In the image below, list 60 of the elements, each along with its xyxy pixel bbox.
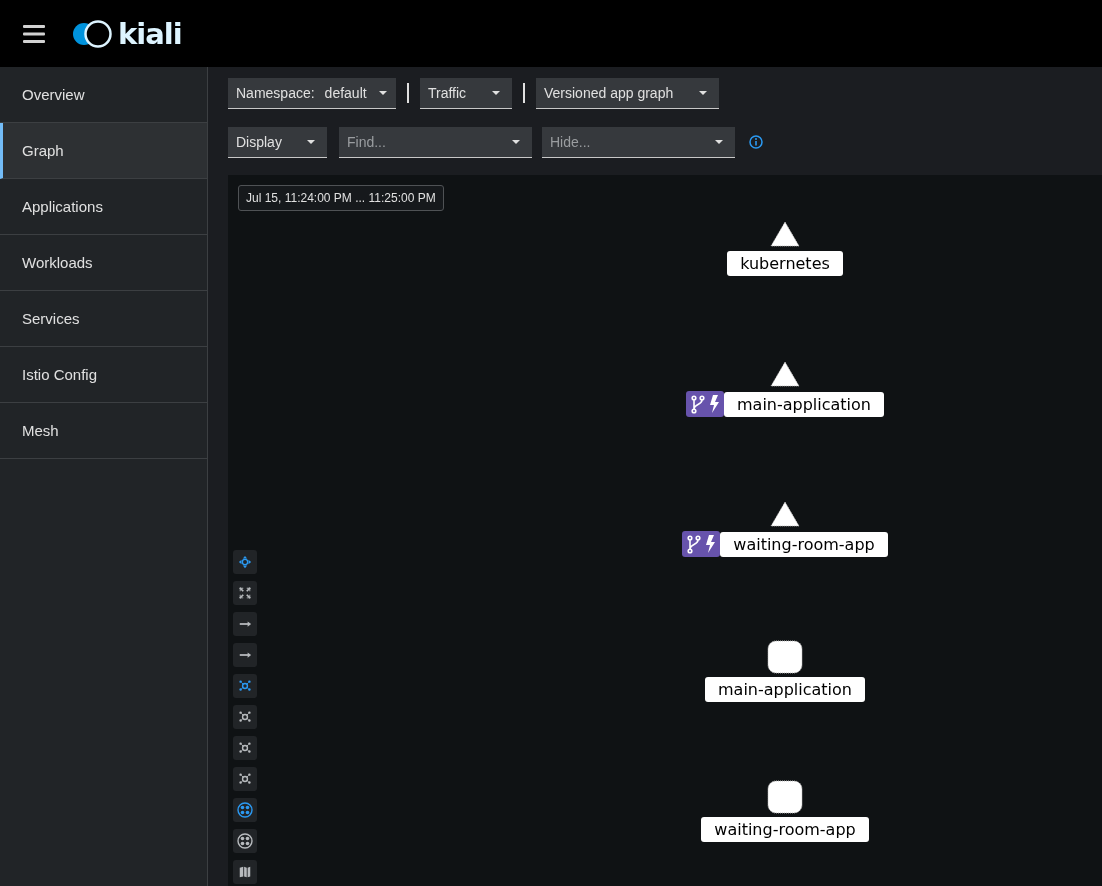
move-icon bbox=[238, 555, 252, 569]
network-icon bbox=[238, 679, 252, 693]
filter-dropdown[interactable]: Find... bbox=[339, 126, 532, 158]
caret-icon bbox=[512, 139, 520, 144]
logo-icon bbox=[71, 18, 115, 49]
dropdown[interactable]: Versioned app graph bbox=[536, 77, 719, 109]
dropdown-value: Display bbox=[236, 133, 283, 150]
dropdown-value: Versioned app graph bbox=[544, 84, 675, 101]
graph-control-button[interactable] bbox=[233, 705, 257, 729]
filter-dropdown[interactable]: Hide... bbox=[542, 126, 735, 158]
nav-item[interactable]: Mesh bbox=[0, 403, 207, 459]
nav-item[interactable]: Applications bbox=[0, 179, 207, 235]
nav-item[interactable]: Services bbox=[0, 291, 207, 347]
square-node-icon[interactable] bbox=[767, 640, 803, 674]
graph-control-button[interactable] bbox=[233, 581, 257, 605]
cluster-icon bbox=[237, 833, 253, 849]
caret-icon bbox=[307, 139, 315, 144]
graph-control-button[interactable] bbox=[233, 612, 257, 636]
dropdown-label: Namespace: bbox=[236, 84, 315, 101]
info-icon[interactable] bbox=[749, 135, 763, 149]
cluster-icon bbox=[237, 802, 253, 818]
dropdown-value: default bbox=[324, 84, 367, 101]
network-icon bbox=[238, 772, 252, 786]
network-icon bbox=[238, 741, 252, 755]
dropdown[interactable]: Display bbox=[228, 126, 327, 158]
caret-icon bbox=[699, 90, 707, 95]
graph-control-button[interactable] bbox=[233, 829, 257, 853]
network-icon bbox=[238, 710, 252, 724]
node-label: main-application bbox=[705, 677, 865, 702]
caret-icon bbox=[715, 139, 723, 144]
dropdown-value: Traffic bbox=[428, 84, 468, 101]
node-label: main-application bbox=[724, 391, 884, 417]
caret-icon bbox=[378, 90, 387, 95]
dropdown[interactable]: Namespace: default bbox=[228, 77, 396, 109]
expand-icon bbox=[238, 586, 252, 600]
time-range-label: Jul 15, 11:24:00 PM ... 11:25:00 PM bbox=[238, 185, 444, 211]
square-node-icon[interactable] bbox=[767, 780, 803, 814]
map-icon bbox=[238, 865, 252, 879]
nav-item[interactable]: Workloads bbox=[0, 235, 207, 291]
graph-control-button[interactable] bbox=[233, 860, 257, 884]
menu-icon[interactable] bbox=[23, 24, 45, 43]
node-label: waiting-room-app bbox=[701, 817, 869, 842]
dropdown-placeholder: Find... bbox=[347, 133, 387, 150]
graph-control-button[interactable] bbox=[233, 798, 257, 822]
triangle-node-icon[interactable] bbox=[769, 500, 801, 528]
dropdown[interactable]: Traffic bbox=[420, 77, 512, 109]
node-label: waiting-room-app bbox=[720, 531, 888, 557]
brand-name: kiali bbox=[118, 16, 182, 51]
triangle-node-icon[interactable] bbox=[769, 360, 801, 388]
graph-control-button[interactable] bbox=[233, 736, 257, 760]
graph-control-button[interactable] bbox=[233, 643, 257, 667]
nav-item[interactable]: Istio Config bbox=[0, 347, 207, 403]
graph-control-button[interactable] bbox=[233, 550, 257, 574]
node-label: kubernetes bbox=[727, 251, 843, 276]
nav-item[interactable]: Graph bbox=[0, 123, 207, 179]
dropdown-placeholder: Hide... bbox=[550, 133, 592, 150]
graph-control-button[interactable] bbox=[233, 767, 257, 791]
graph-control-button[interactable] bbox=[233, 674, 257, 698]
triangle-node-icon[interactable] bbox=[769, 220, 801, 248]
caret-icon bbox=[492, 90, 500, 95]
